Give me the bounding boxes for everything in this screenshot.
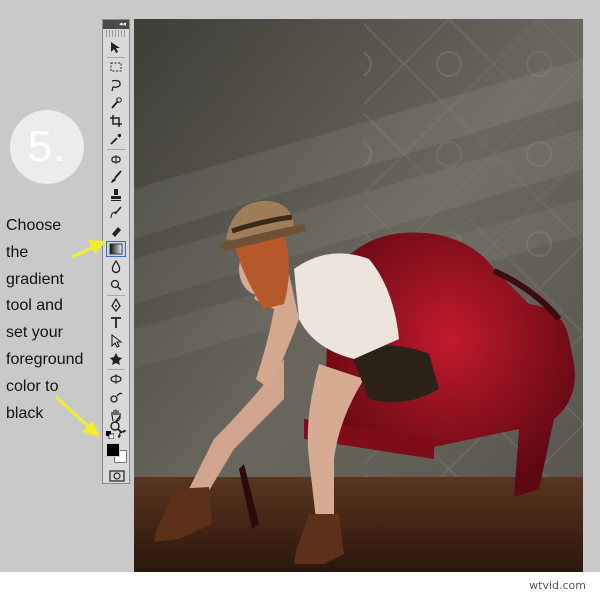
pen-icon — [111, 298, 121, 312]
eraser-tool[interactable] — [106, 223, 126, 239]
spot-healing-tool[interactable] — [106, 151, 126, 167]
3d-orbit-icon — [110, 392, 123, 403]
history-brush-icon — [110, 206, 122, 219]
crop-tool[interactable] — [106, 113, 126, 129]
lasso-icon — [111, 79, 121, 92]
eyedropper-icon — [110, 133, 122, 145]
step-badge: 5. — [10, 110, 84, 184]
lasso-tool[interactable] — [106, 77, 126, 93]
marquee-tool[interactable] — [106, 59, 126, 75]
instruction-line: set your — [6, 324, 63, 342]
instruction-line: black — [6, 404, 44, 422]
blur-drop-icon — [111, 260, 121, 274]
dodge-icon — [110, 279, 122, 291]
custom-shape-icon — [110, 353, 122, 365]
gradient-tool[interactable] — [106, 241, 126, 257]
tools-panel: ◂◂ — [102, 19, 130, 484]
bottom-strip — [0, 572, 600, 600]
eyedropper-tool[interactable] — [106, 131, 126, 147]
instruction-text: Choose the gradient tool and set your fo… — [6, 213, 102, 427]
3d-rotate-icon — [110, 374, 122, 384]
clone-stamp-tool[interactable] — [106, 187, 126, 203]
instruction-line: color to — [6, 377, 59, 395]
instruction-line: Choose — [6, 217, 62, 234]
tool-separator — [107, 149, 125, 150]
instruction-line: foreground — [6, 350, 84, 368]
tool-separator — [107, 295, 125, 296]
3d-rotate-tool[interactable] — [106, 371, 126, 387]
custom-shape-tool[interactable] — [106, 351, 126, 367]
type-tool[interactable] — [106, 315, 126, 331]
3d-orbit-tool[interactable] — [106, 389, 126, 405]
instruction-line: the — [6, 243, 29, 261]
collapse-panel-icon[interactable]: ◂◂ — [119, 20, 126, 29]
path-selection-tool[interactable] — [106, 333, 126, 349]
swap-colors-icon[interactable] — [118, 430, 127, 439]
canvas-photo[interactable] — [134, 19, 583, 572]
quick-selection-tool[interactable] — [106, 95, 126, 111]
photo-image — [134, 19, 583, 572]
watermark: wtvid.com — [529, 579, 586, 592]
marquee-icon — [110, 62, 122, 72]
healing-brush-icon — [111, 155, 121, 164]
eraser-icon — [112, 227, 121, 237]
pen-tool[interactable] — [106, 297, 126, 313]
stamp-icon — [111, 189, 121, 201]
tool-separator — [107, 57, 125, 58]
step-number: 5. — [27, 122, 67, 171]
brush-tool[interactable] — [106, 169, 126, 185]
instruction-line: gradient — [6, 270, 64, 288]
quick-selection-icon — [111, 97, 122, 109]
move-tool[interactable] — [106, 40, 126, 56]
instruction-line: tool and — [6, 297, 63, 315]
type-icon — [111, 317, 121, 328]
move-icon — [111, 42, 120, 53]
blur-tool[interactable] — [106, 259, 126, 275]
history-brush-tool[interactable] — [106, 205, 126, 221]
crop-icon — [110, 115, 122, 127]
brush-icon — [111, 170, 122, 183]
dodge-tool[interactable] — [106, 277, 126, 293]
tool-separator — [107, 369, 125, 370]
tools-panel-header[interactable]: ◂◂ — [103, 20, 129, 29]
default-colors-icon[interactable] — [106, 431, 114, 439]
foreground-color-swatch[interactable] — [106, 443, 120, 457]
path-selection-icon — [111, 334, 123, 348]
panel-grip[interactable] — [106, 30, 126, 37]
gradient-icon — [109, 243, 123, 255]
quick-mask-icon[interactable] — [109, 470, 125, 482]
